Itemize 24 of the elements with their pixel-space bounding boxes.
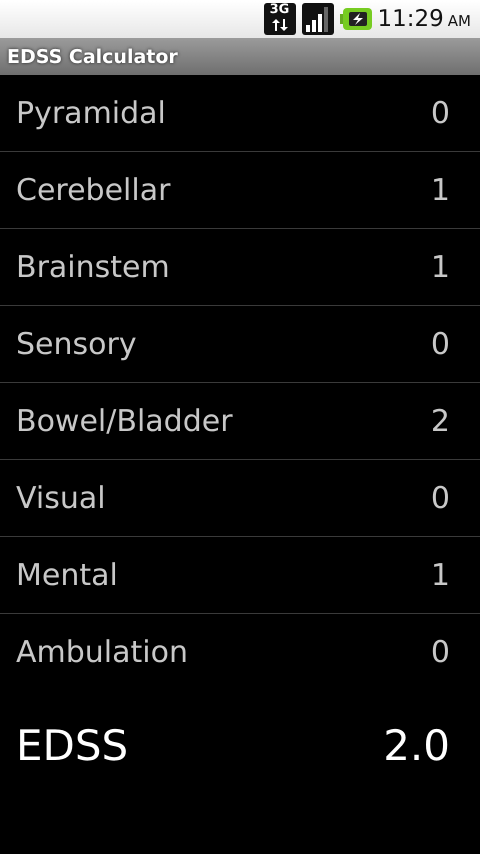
system-score: 1 (430, 558, 450, 592)
result-value: 2.0 (383, 720, 450, 770)
clock-meridiem: AM (448, 12, 471, 30)
system-score: 0 (430, 480, 450, 516)
clock-time: 11:29 (378, 6, 444, 32)
result-label: EDSS (16, 720, 128, 770)
battery-charging-icon (340, 8, 372, 30)
system-score: 0 (430, 634, 450, 670)
window-title: EDSS Calculator (7, 46, 178, 68)
system-name: Brainstem (16, 250, 170, 284)
system-name: Cerebellar (16, 172, 170, 208)
signal-icon (302, 3, 334, 35)
network-icon: 3G (264, 3, 296, 35)
system-name: Bowel/Bladder (16, 404, 233, 438)
system-name: Ambulation (16, 634, 188, 670)
system-score: 1 (430, 250, 450, 284)
system-name: Sensory (16, 326, 137, 362)
system-score: 2 (430, 404, 450, 438)
system-name: Pyramidal (16, 96, 166, 130)
system-score: 1 (430, 172, 450, 208)
system-score: 0 (430, 96, 450, 130)
system-name: Mental (16, 558, 118, 592)
system-name: Visual (16, 480, 106, 516)
system-score: 0 (430, 326, 450, 362)
